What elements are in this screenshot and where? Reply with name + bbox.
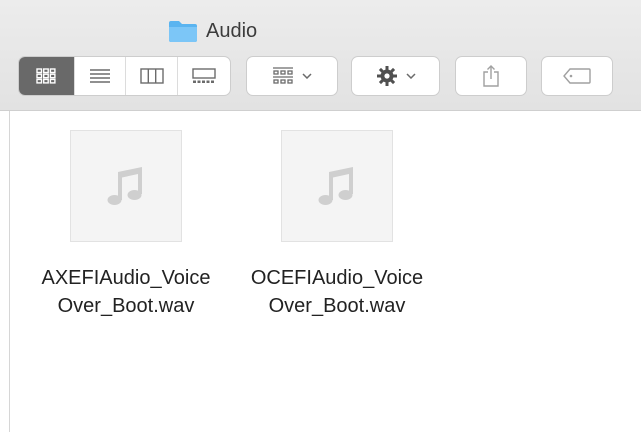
columns-icon: [140, 68, 164, 84]
folder-icon: [169, 21, 197, 42]
file-thumbnail: [70, 130, 182, 242]
file-name-line2: Over_Boot.wav: [268, 295, 406, 317]
group-by-icon: [273, 67, 293, 84]
title-toolbar: Audio: [0, 0, 641, 111]
gallery-view-button[interactable]: [178, 57, 230, 95]
icon-view-button[interactable]: [19, 57, 75, 95]
gear-icon: [376, 66, 397, 86]
sidebar-edge: [0, 111, 10, 432]
file-name: OCEFIAudio_Voice Over_Boot.wav: [251, 264, 423, 320]
view-mode-control: [18, 56, 231, 96]
window-title-text: Audio: [206, 19, 258, 42]
file-item[interactable]: AXEFIAudio_Voice Over_Boot.wav: [21, 130, 231, 320]
column-view-button[interactable]: [126, 57, 179, 95]
finder-window: Audio AXEFIAudio_Voice Over_Boot.wav OCE…: [0, 0, 641, 432]
window-title: Audio: [168, 18, 257, 44]
list-icon: [90, 69, 111, 83]
file-name: AXEFIAudio_Voice Over_Boot.wav: [42, 264, 211, 320]
music-note-icon: [318, 167, 353, 205]
file-name-line1: OCEFIAudio_Voice: [250, 267, 424, 289]
file-name-line1: AXEFIAudio_Voice: [41, 267, 211, 289]
music-note-icon: [107, 167, 142, 205]
file-name-line2: Over_Boot.wav: [57, 295, 195, 317]
file-thumbnail: [281, 130, 393, 242]
chevron-down-icon: [405, 73, 416, 79]
file-item[interactable]: OCEFIAudio_Voice Over_Boot.wav: [232, 130, 442, 320]
group-by-button[interactable]: [246, 56, 338, 96]
list-view-button[interactable]: [75, 57, 127, 95]
action-button[interactable]: [351, 56, 440, 96]
tag-icon: [563, 68, 591, 84]
share-button[interactable]: [455, 56, 527, 96]
gallery-icon: [192, 68, 216, 83]
share-icon: [483, 65, 499, 87]
tags-button[interactable]: [541, 56, 613, 96]
chevron-down-icon: [302, 73, 312, 79]
grid-icon: [36, 68, 56, 84]
